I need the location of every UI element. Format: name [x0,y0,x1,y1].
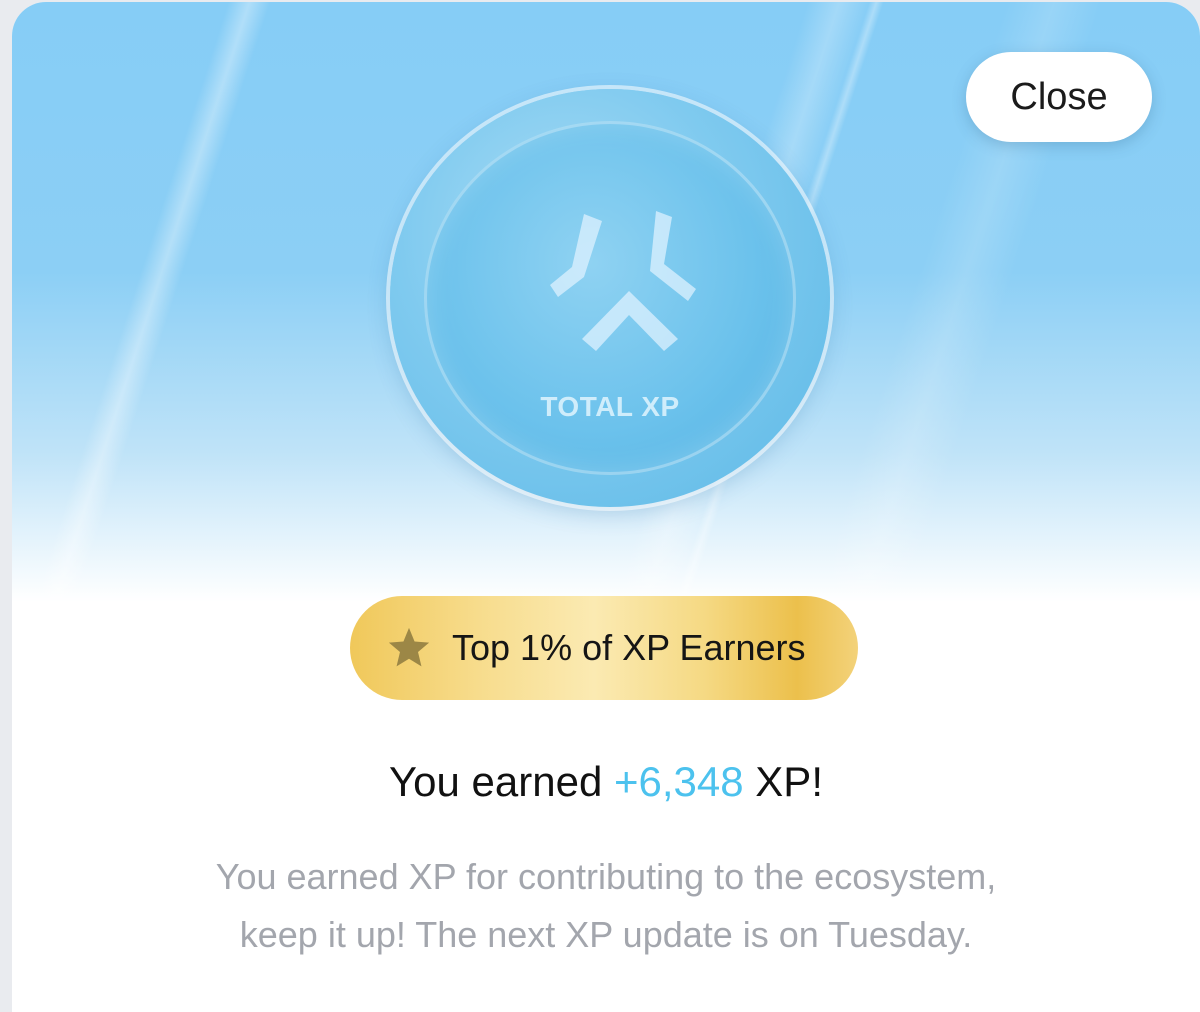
coin-label: TOTAL XP [540,391,680,422]
description-line-2: keep it up! The next XP update is on Tue… [239,914,973,955]
coin-face: TOTAL XP [424,121,796,475]
xp-logo-icon [550,211,696,351]
description-text: You earned XP for contributing to the ec… [12,848,1200,964]
rank-badge: Top 1% of XP Earners [350,596,858,700]
star-icon [388,627,430,667]
hero-banner: TOTAL XP Close [12,2,1200,602]
close-button[interactable]: Close [966,52,1152,142]
total-xp-coin: TOTAL XP [390,89,830,507]
earned-prefix: You earned [388,758,603,805]
xp-modal: TOTAL XP Close Top 1% of XP Earners You … [12,2,1200,1012]
earned-heading: You earned +6,348 XP! [12,758,1200,806]
light-beam [15,2,289,602]
earned-suffix: XP! [755,758,823,805]
description-line-1: You earned XP for contributing to the ec… [215,856,997,897]
badge-label: Top 1% of XP Earners [452,627,806,668]
xp-amount: +6,348 [613,758,744,805]
